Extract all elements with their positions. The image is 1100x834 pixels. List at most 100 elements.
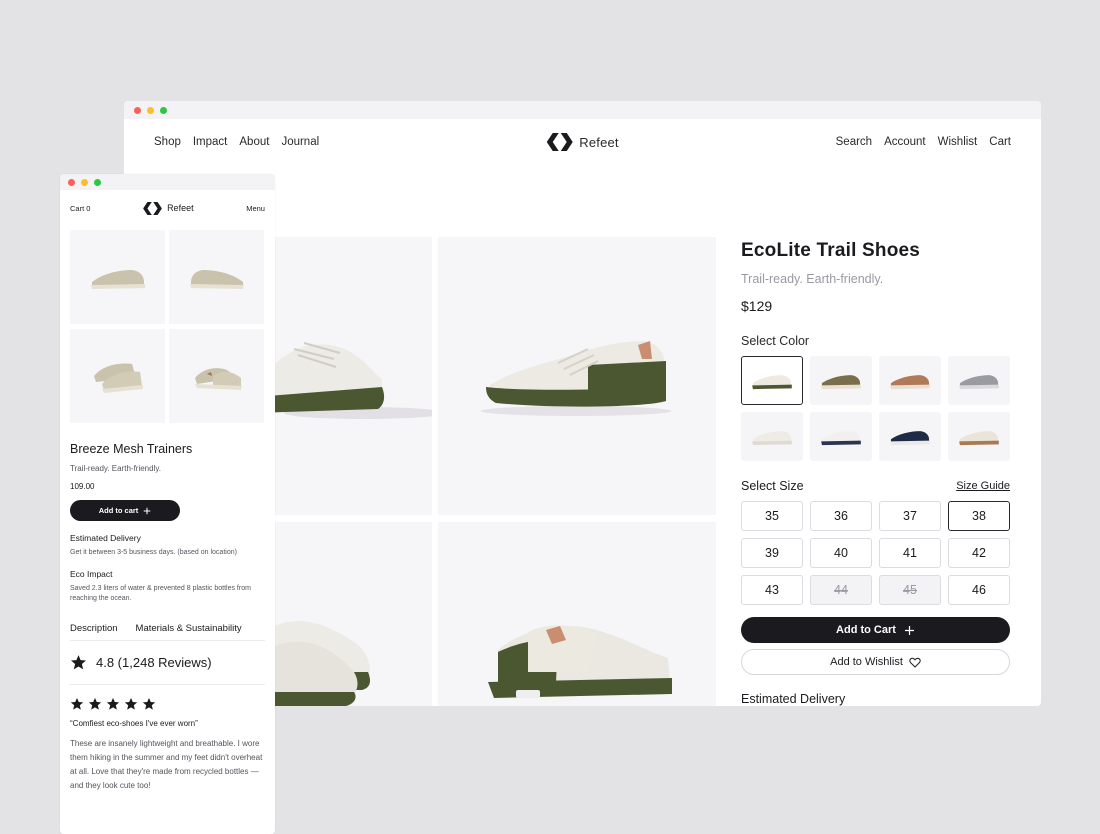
add-to-cart-label: Add to Cart — [836, 624, 896, 636]
shoe-image — [189, 270, 244, 289]
size-option[interactable]: 45 — [879, 575, 941, 605]
add-to-cart-button[interactable]: Add to Cart — [741, 617, 1010, 643]
size-option[interactable]: 40 — [810, 538, 872, 568]
mobile-add-to-cart-button[interactable]: Add to cart — [70, 500, 180, 521]
nav-wishlist[interactable]: Wishlist — [938, 136, 978, 148]
brand-name: Refeet — [579, 134, 619, 150]
select-color-label: Select Color — [741, 334, 810, 348]
shoe-side-crop-image — [274, 342, 432, 419]
minimize-window-dot[interactable] — [81, 179, 88, 186]
color-swatch[interactable] — [879, 356, 941, 405]
star-icon — [142, 698, 156, 710]
select-size-label: Select Size — [741, 479, 804, 493]
mobile-nav: Cart 0 Refeet Menu — [60, 190, 275, 226]
main-nav: Shop Impact About Journal Refeet Search … — [124, 119, 1041, 165]
size-header: Select Size Size Guide — [741, 479, 1010, 493]
nav-right: Search Account Wishlist Cart — [836, 136, 1011, 148]
size-option[interactable]: 42 — [948, 538, 1010, 568]
gallery-image-4[interactable] — [438, 522, 716, 706]
mobile-product-info: Breeze Mesh Trainers Trail-ready. Earth-… — [60, 442, 275, 793]
close-window-dot[interactable] — [134, 107, 141, 114]
size-option[interactable]: 38 — [948, 501, 1010, 531]
shoe-image — [90, 270, 145, 289]
color-swatch[interactable] — [948, 412, 1010, 461]
shoe-swatch-icon — [752, 374, 792, 389]
color-swatch[interactable] — [741, 412, 803, 461]
color-swatch[interactable] — [810, 412, 872, 461]
brand-logo-link[interactable]: Refeet — [546, 133, 619, 151]
size-option[interactable]: 46 — [948, 575, 1010, 605]
estimated-delivery-heading: Estimated Delivery — [741, 692, 846, 706]
color-swatches — [741, 356, 1010, 461]
color-swatch[interactable] — [741, 356, 803, 405]
shoe-swatch-icon — [821, 430, 861, 445]
star-icon — [106, 698, 120, 710]
star-icon — [124, 698, 138, 710]
nav-impact[interactable]: Impact — [193, 136, 228, 148]
size-option[interactable]: 43 — [741, 575, 803, 605]
mobile-brand-link[interactable]: Refeet — [143, 202, 194, 215]
zoom-window-dot[interactable] — [94, 179, 101, 186]
gallery-image-2[interactable] — [438, 237, 716, 515]
product-price: $129 — [741, 298, 773, 314]
color-swatch[interactable] — [948, 356, 1010, 405]
shoe-pair-image — [93, 363, 143, 393]
mobile-tabs: Description Materials & Sustainability — [70, 623, 265, 642]
plus-icon — [144, 507, 151, 514]
mobile-rating-summary: 4.8 (1,248 Reviews) — [70, 654, 265, 686]
mobile-gallery-image[interactable] — [70, 230, 165, 324]
mobile-product-subtitle: Trail-ready. Earth-friendly. — [70, 464, 161, 473]
size-options: 35 36 37 38 39 40 41 42 43 44 45 46 — [741, 501, 1010, 605]
size-option[interactable]: 41 — [879, 538, 941, 568]
product-subtitle: Trail-ready. Earth-friendly. — [741, 272, 884, 286]
add-to-wishlist-label: Add to Wishlist — [830, 656, 903, 668]
heart-icon — [909, 657, 921, 668]
mobile-product-title: Breeze Mesh Trainers — [70, 442, 193, 456]
nav-journal[interactable]: Journal — [281, 136, 319, 148]
nav-about[interactable]: About — [239, 136, 269, 148]
add-to-wishlist-button[interactable]: Add to Wishlist — [741, 649, 1010, 675]
zoom-window-dot[interactable] — [160, 107, 167, 114]
mobile-gallery-image[interactable] — [169, 329, 264, 423]
size-option[interactable]: 39 — [741, 538, 803, 568]
mobile-eco-text: Saved 2.3 liters of water & prevented 8 … — [70, 585, 251, 602]
plus-icon — [904, 625, 914, 635]
shoe-pair-rear-image — [488, 625, 672, 698]
gallery-image-1[interactable] — [274, 237, 432, 515]
color-swatch[interactable] — [879, 412, 941, 461]
nav-cart[interactable]: Cart — [989, 136, 1011, 148]
mobile-gallery-image[interactable] — [70, 329, 165, 423]
shoe-swatch-icon — [890, 374, 930, 389]
mobile-cart-link[interactable]: Cart 0 — [70, 204, 90, 213]
star-icon — [88, 698, 102, 710]
mobile-gallery-image[interactable] — [169, 230, 264, 324]
tab-materials-sustainability[interactable]: Materials & Sustainability — [136, 623, 242, 634]
size-option[interactable]: 44 — [810, 575, 872, 605]
shoe-swatch-icon — [890, 430, 930, 445]
gallery-image-3[interactable] — [274, 522, 432, 706]
mobile-product-price: 109.00 — [70, 482, 95, 491]
shoe-swatch-icon — [752, 430, 792, 445]
refeet-logo-icon — [546, 133, 572, 151]
mobile-add-to-cart-label: Add to cart — [98, 506, 139, 515]
mobile-menu-button[interactable]: Menu — [246, 204, 265, 213]
color-swatch[interactable] — [810, 356, 872, 405]
refeet-logo-icon — [143, 202, 162, 215]
review-quote: “Comfiest eco-shoes I've ever worn” — [70, 719, 198, 729]
shoe-pair-crop-image — [274, 621, 370, 706]
minimize-window-dot[interactable] — [147, 107, 154, 114]
tab-description[interactable]: Description — [70, 623, 118, 634]
nav-account[interactable]: Account — [884, 136, 926, 148]
close-window-dot[interactable] — [68, 179, 75, 186]
nav-search[interactable]: Search — [836, 136, 872, 148]
size-option[interactable]: 35 — [741, 501, 803, 531]
star-icon — [70, 698, 84, 710]
size-option[interactable]: 36 — [810, 501, 872, 531]
star-icon — [70, 655, 87, 670]
size-guide-link[interactable]: Size Guide — [956, 480, 1010, 492]
nav-left: Shop Impact About Journal — [154, 136, 319, 148]
mobile-gallery — [60, 230, 275, 423]
size-option[interactable]: 37 — [879, 501, 941, 531]
nav-shop[interactable]: Shop — [154, 136, 181, 148]
shoe-swatch-icon — [821, 374, 861, 389]
